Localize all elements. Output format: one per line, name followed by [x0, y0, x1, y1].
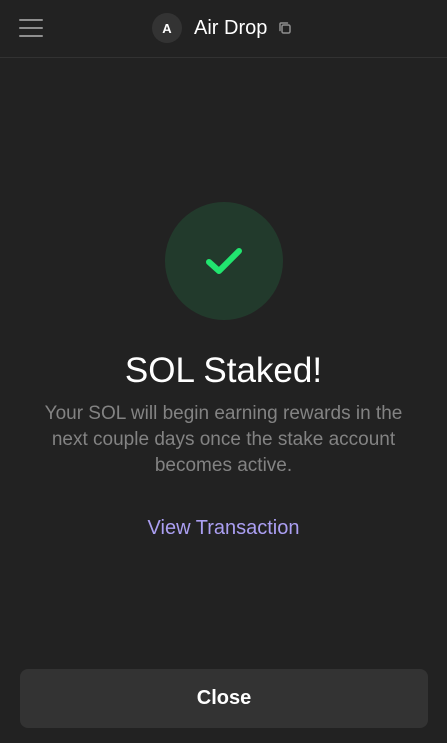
status-message: Your SOL will begin earning rewards in t… — [44, 403, 403, 476]
header: A Air Drop — [0, 0, 447, 58]
menu-line — [19, 27, 43, 29]
copy-icon[interactable] — [277, 20, 293, 36]
close-button[interactable]: Close — [20, 669, 428, 728]
account-avatar: A — [152, 13, 182, 43]
staking-success-screen: A Air Drop SOL Staked! Your SOL will beg… — [0, 0, 447, 743]
checkmark-icon — [206, 248, 242, 274]
account-name: Air Drop — [194, 17, 268, 39]
hamburger-menu-icon[interactable] — [19, 17, 43, 37]
success-indicator — [165, 202, 283, 320]
view-transaction-link[interactable]: View Transaction — [0, 514, 447, 542]
menu-line — [19, 35, 43, 37]
menu-line — [19, 19, 43, 21]
account-selector[interactable]: A Air Drop — [152, 13, 293, 43]
page-title: SOL Staked! — [124, 351, 323, 390]
